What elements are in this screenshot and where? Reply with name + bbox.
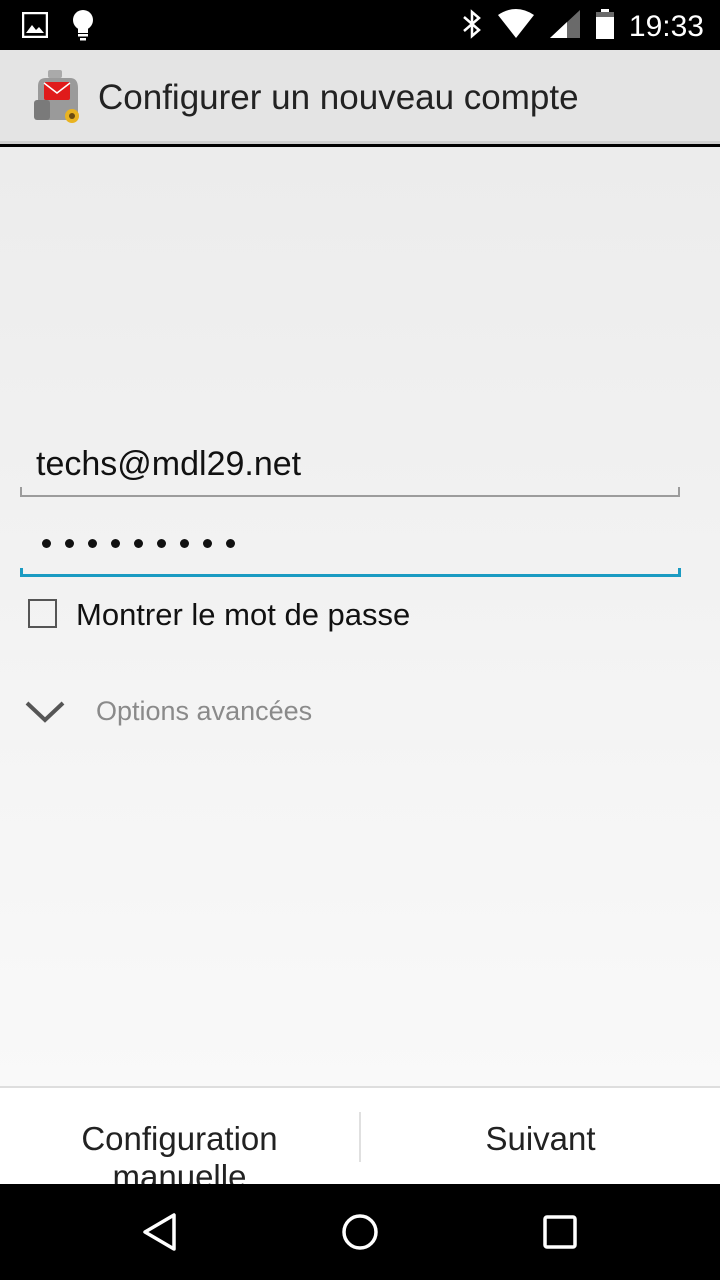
back-icon[interactable] [140, 1212, 180, 1252]
lightbulb-notification-icon [70, 9, 96, 46]
page-title: Configurer un nouveau compte [98, 78, 579, 117]
home-icon[interactable] [340, 1212, 380, 1252]
bluetooth-icon [461, 8, 483, 45]
show-password-checkbox[interactable] [28, 599, 57, 628]
account-setup-form: techs@mdl29.net Montrer le mot de passe … [0, 147, 720, 1086]
next-button[interactable]: Suivant [361, 1088, 720, 1184]
password-field[interactable] [20, 517, 681, 577]
battery-icon [595, 8, 615, 45]
manual-config-button[interactable]: Configuration manuelle [0, 1088, 359, 1184]
email-field[interactable]: techs@mdl29.net [20, 437, 680, 497]
button-bar: Configuration manuelle Suivant [0, 1086, 720, 1184]
cell-signal-icon [549, 9, 581, 44]
show-password-label: Montrer le mot de passe [76, 597, 411, 632]
action-bar: Configurer un nouveau compte [0, 50, 720, 144]
email-value: techs@mdl29.net [36, 445, 302, 483]
password-masked-value [42, 539, 235, 548]
advanced-options-toggle[interactable]: Options avancées [22, 692, 422, 732]
chevron-down-icon [24, 700, 66, 729]
navigation-bar [0, 1184, 720, 1280]
status-time: 19:33 [628, 9, 704, 43]
status-bar: 19:33 [0, 0, 720, 50]
image-notification-icon [21, 11, 49, 43]
wifi-icon [497, 9, 535, 44]
next-label: Suivant [485, 1120, 596, 1157]
manual-config-label: Configuration manuelle [81, 1120, 278, 1184]
recents-icon[interactable] [540, 1212, 580, 1252]
advanced-options-label: Options avancées [96, 696, 313, 726]
mail-app-icon [30, 68, 84, 128]
